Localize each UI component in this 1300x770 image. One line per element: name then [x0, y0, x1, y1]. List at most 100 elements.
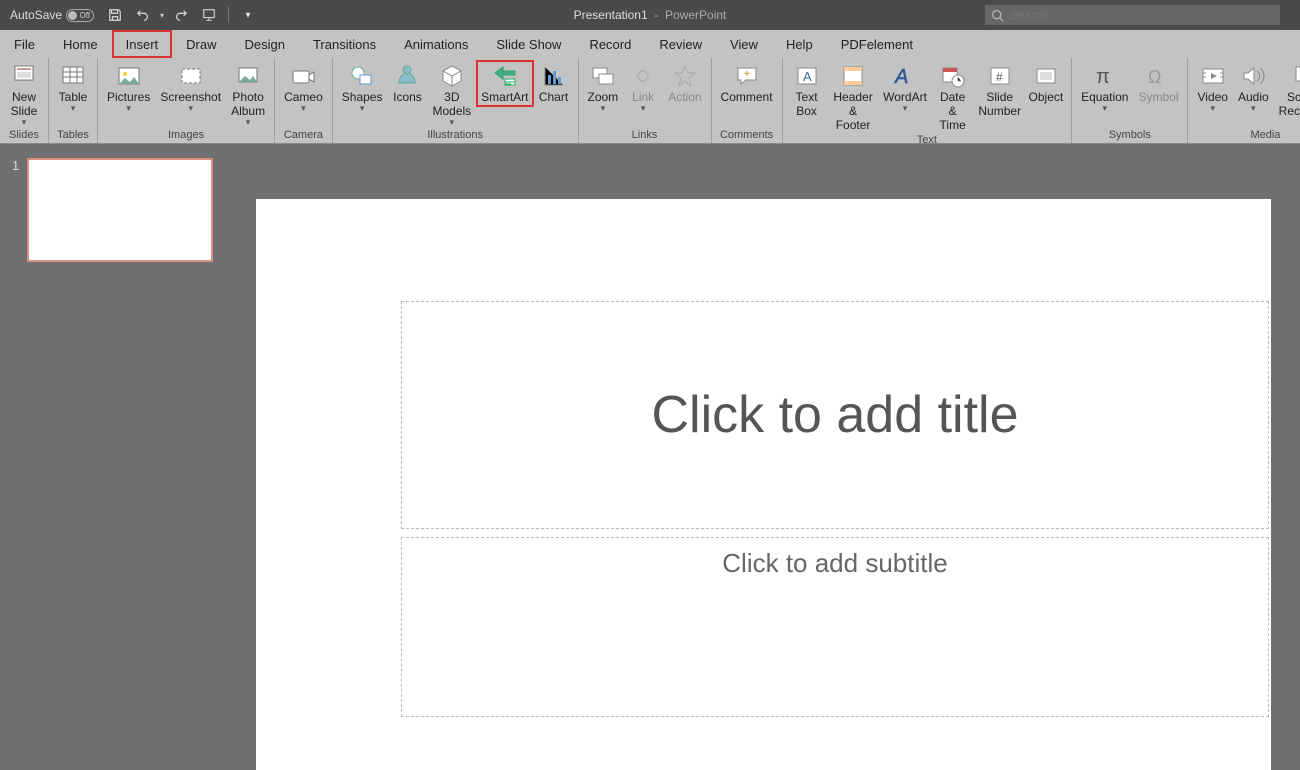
action-icon	[671, 62, 699, 90]
label: Text Box	[796, 91, 818, 119]
present-icon	[202, 8, 216, 22]
qat-customize-button[interactable]: ▾	[237, 4, 259, 26]
thumbnail-panel[interactable]: 1	[0, 144, 240, 677]
search-icon	[991, 9, 1004, 22]
video-icon	[1199, 62, 1227, 90]
chevron-down-icon: ▾	[301, 105, 306, 112]
table-button[interactable]: Table▾	[53, 60, 93, 114]
comment-icon: +	[733, 62, 761, 90]
pictures-icon	[115, 62, 143, 90]
from-beginning-button[interactable]	[198, 4, 220, 26]
group-label: Symbols	[1076, 129, 1183, 143]
tab-file[interactable]: File	[0, 30, 49, 58]
link-icon	[629, 62, 657, 90]
comment-button[interactable]: + Comment	[716, 60, 778, 107]
slide-number-button[interactable]: # Slide Number	[975, 60, 1025, 121]
label: 3D Models	[432, 91, 471, 119]
tab-design[interactable]: Design	[231, 30, 299, 58]
thumb-number: 1	[12, 158, 19, 262]
header-footer-button[interactable]: Header & Footer	[827, 60, 880, 134]
tab-pdfelement[interactable]: PDFelement	[827, 30, 927, 58]
cameo-button[interactable]: Cameo▾	[279, 60, 328, 114]
link-button[interactable]: Link▾	[623, 60, 663, 114]
tab-review[interactable]: Review	[645, 30, 716, 58]
audio-button[interactable]: Audio▾	[1233, 60, 1274, 114]
window-title: Presentation1 - PowerPoint	[574, 8, 727, 22]
chevron-down-icon: ▾	[188, 105, 193, 112]
group-text: A Text Box Header & Footer A WordArt▾ Da…	[783, 58, 1073, 143]
subtitle-placeholder[interactable]: Click to add subtitle	[401, 537, 1269, 717]
thumb-preview[interactable]	[27, 158, 213, 262]
save-button[interactable]	[104, 4, 126, 26]
label: Object	[1029, 91, 1064, 105]
group-images: Pictures▾ Screenshot▾ Photo Album▾ Image…	[98, 58, 275, 143]
smartart-button[interactable]: SmartArt	[476, 60, 533, 107]
label: Header & Footer	[832, 91, 875, 132]
equation-button[interactable]: π Equation▾	[1076, 60, 1133, 114]
cube-icon	[438, 62, 466, 90]
separator	[228, 7, 229, 23]
chevron-down-icon: ▾	[450, 119, 455, 126]
chevron-down-icon: ▾	[903, 105, 908, 112]
search-box[interactable]	[985, 5, 1280, 25]
slide-thumbnail-1[interactable]: 1	[12, 158, 228, 262]
undo-button[interactable]	[132, 4, 154, 26]
group-label: Illustrations	[337, 129, 574, 143]
tab-slideshow[interactable]: Slide Show	[482, 30, 575, 58]
photo-album-button[interactable]: Photo Album▾	[226, 60, 270, 128]
screenshot-button[interactable]: Screenshot▾	[155, 60, 226, 114]
new-slide-icon	[10, 62, 38, 90]
chart-button[interactable]: Chart	[534, 60, 574, 107]
title-placeholder-text: Click to add title	[651, 385, 1018, 445]
video-button[interactable]: Video▾	[1192, 60, 1232, 114]
zoom-button[interactable]: Zoom▾	[583, 60, 624, 114]
svg-text:π: π	[1096, 66, 1110, 88]
photo-album-icon	[234, 62, 262, 90]
save-icon	[108, 8, 122, 22]
autosave-toggle[interactable]: AutoSave Off	[6, 8, 98, 22]
redo-button[interactable]	[170, 4, 192, 26]
title-placeholder[interactable]: Click to add title	[401, 301, 1269, 529]
group-links: Zoom▾ Link▾ Action Links	[579, 58, 712, 143]
tab-insert[interactable]: Insert	[112, 30, 173, 58]
action-button[interactable]: Action	[663, 60, 706, 107]
tab-transitions[interactable]: Transitions	[299, 30, 390, 58]
label: SmartArt	[481, 91, 528, 105]
text-box-button[interactable]: A Text Box	[787, 60, 827, 121]
slide-canvas[interactable]: Click to add title Click to add subtitle	[256, 199, 1271, 770]
icons-button[interactable]: Icons	[387, 60, 427, 107]
tab-draw[interactable]: Draw	[172, 30, 230, 58]
label: Screen Recording	[1279, 91, 1300, 119]
chevron-down-icon: ▾	[1103, 105, 1108, 112]
group-label: Links	[583, 129, 707, 143]
new-slide-button[interactable]: New Slide▾	[4, 60, 44, 128]
search-input[interactable]	[1010, 8, 1274, 22]
group-label: Tables	[53, 129, 93, 143]
chevron-down-icon: ▾	[1210, 105, 1215, 112]
tab-home[interactable]: Home	[49, 30, 112, 58]
undo-dropdown-icon[interactable]: ▾	[160, 11, 164, 20]
tab-animations[interactable]: Animations	[390, 30, 482, 58]
title-bar: AutoSave Off ▾ ▾ Presentation1 - PowerPo…	[0, 0, 1300, 30]
pictures-button[interactable]: Pictures▾	[102, 60, 155, 114]
screen-recording-button[interactable]: Screen Recording	[1274, 60, 1300, 121]
label: Date & Time	[936, 91, 970, 132]
object-button[interactable]: Object	[1025, 60, 1067, 107]
label: Action	[668, 91, 701, 105]
tab-record[interactable]: Record	[575, 30, 645, 58]
slide-editor[interactable]: Click to add title Click to add subtitle	[240, 144, 1300, 677]
svg-text:A: A	[803, 69, 812, 84]
tab-view[interactable]: View	[716, 30, 772, 58]
chevron-down-icon: ▾	[246, 10, 251, 21]
group-illustrations: Shapes▾ Icons 3D Models▾ SmartArt Chart …	[333, 58, 579, 143]
shapes-button[interactable]: Shapes▾	[337, 60, 388, 114]
group-camera: Cameo▾ Camera	[275, 58, 333, 143]
chevron-down-icon: ▾	[601, 105, 606, 112]
3d-models-button[interactable]: 3D Models▾	[427, 60, 476, 128]
ribbon: New Slide▾ Slides Table▾ Tables Pictures…	[0, 58, 1300, 144]
date-time-button[interactable]: Date & Time	[931, 60, 975, 134]
slide-number-icon: #	[986, 62, 1014, 90]
symbol-button[interactable]: Ω Symbol	[1133, 60, 1183, 107]
tab-help[interactable]: Help	[772, 30, 827, 58]
wordart-button[interactable]: A WordArt▾	[880, 60, 931, 114]
